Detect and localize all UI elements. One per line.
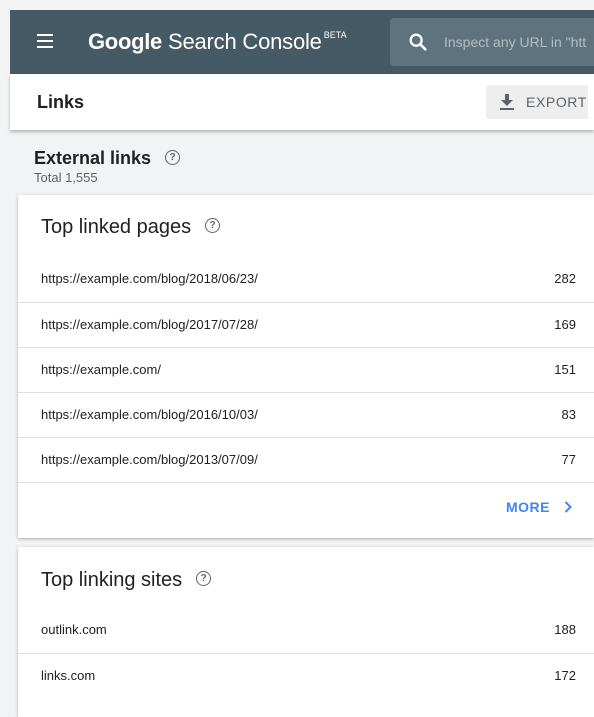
card-title: Top linked pages: [41, 216, 192, 238]
table-row[interactable]: https://example.com/blog/2017/07/28/ 169: [18, 302, 594, 347]
page-header: Links EXPORT: [10, 74, 594, 130]
url-inspect-search: [390, 18, 594, 66]
link-count: 188: [554, 622, 576, 637]
chevron-right-icon: [564, 501, 572, 513]
external-links-header: External links? Total 1,555: [34, 148, 181, 185]
table-row[interactable]: https://example.com/blog/2016/10/03/ 83: [18, 392, 594, 437]
more-label: MORE: [506, 499, 550, 515]
link-count: 77: [561, 452, 576, 467]
table-row[interactable]: links.com 172: [18, 653, 594, 698]
link-count: 282: [554, 271, 576, 286]
beta-badge: BETA: [323, 30, 347, 40]
total-count: Total 1,555: [34, 170, 98, 185]
link-count: 151: [554, 362, 576, 377]
page-url: https://example.com/blog/2016/10/03/: [41, 407, 258, 422]
link-count: 83: [561, 407, 576, 422]
app-logo[interactable]: Google Search Console BETA: [88, 29, 347, 55]
page-url: https://example.com/blog/2017/07/28/: [41, 317, 258, 332]
help-icon[interactable]: ?: [196, 571, 212, 587]
page-url: https://example.com/blog/2013/07/09/: [41, 452, 258, 467]
download-icon: [500, 94, 514, 110]
table-row[interactable]: outlink.com 188: [18, 608, 594, 653]
top-linked-pages-card: Top linked pages? https://example.com/bl…: [18, 195, 594, 538]
table-row[interactable]: https://example.com/blog/2018/06/23/ 282: [18, 257, 594, 302]
help-icon[interactable]: ?: [165, 149, 181, 165]
hamburger-icon[interactable]: [37, 34, 53, 48]
site-name: outlink.com: [41, 622, 107, 637]
top-linking-sites-card: Top linking sites? outlink.com 188 links…: [18, 547, 594, 717]
export-label: EXPORT: [526, 94, 587, 110]
export-button[interactable]: EXPORT: [486, 85, 588, 119]
link-count: 169: [554, 317, 576, 332]
site-name: links.com: [41, 668, 96, 683]
link-count: 172: [554, 668, 576, 683]
app-bar: Google Search Console BETA: [10, 10, 594, 74]
page-url: https://example.com/blog/2018/06/23/: [41, 271, 258, 286]
page-url: https://example.com/: [41, 362, 161, 377]
page-title: Links: [37, 92, 85, 112]
card-footer: MORE: [18, 482, 594, 538]
brand-name: Google: [88, 29, 162, 54]
product-name: Search Console: [167, 29, 322, 54]
table-row[interactable]: https://example.com/blog/2013/07/09/ 77: [18, 437, 594, 482]
search-icon[interactable]: [407, 31, 429, 53]
more-button[interactable]: MORE: [506, 499, 572, 515]
help-icon[interactable]: ?: [205, 218, 221, 234]
table-row[interactable]: https://example.com/ 151: [18, 347, 594, 392]
search-input[interactable]: [444, 31, 594, 53]
card-title: Top linking sites: [41, 569, 183, 591]
section-title: External links: [34, 148, 152, 168]
